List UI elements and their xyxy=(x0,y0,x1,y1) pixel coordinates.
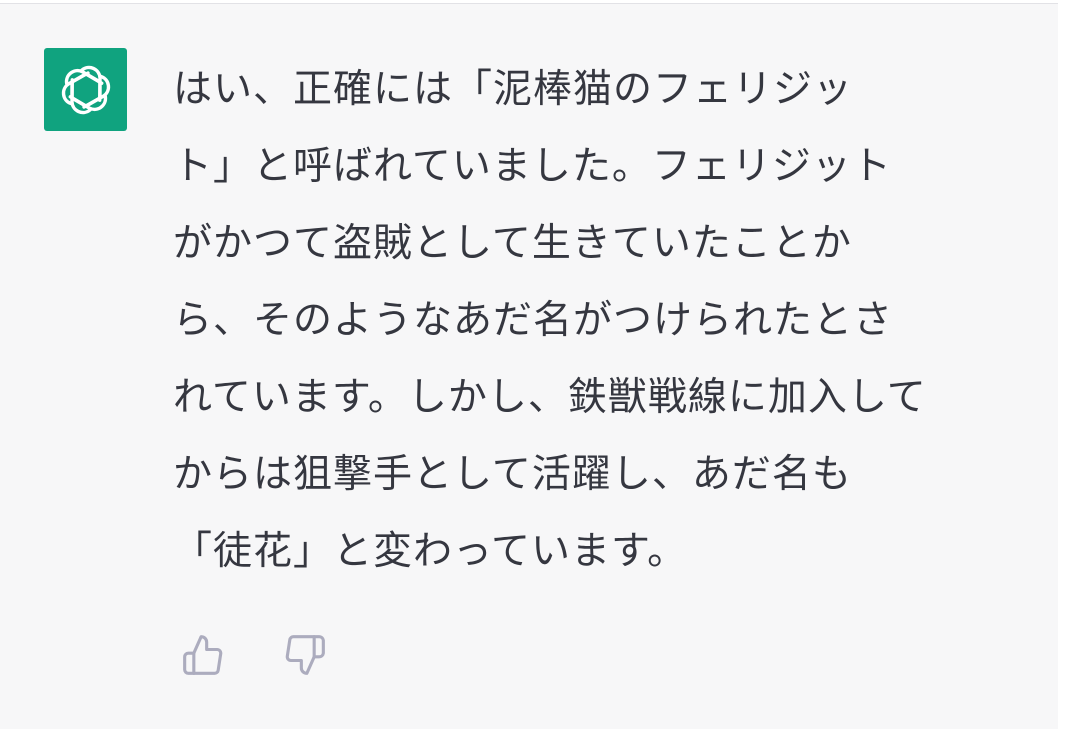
message-line: はい、正確には「泥棒猫のフェリジッ xyxy=(173,67,854,112)
message-line: 「徒花」と変わっています。 xyxy=(173,529,688,574)
message-line: れています。しかし、鉄獣戦線に加入して xyxy=(173,375,927,420)
assistant-message-text: はい、正確には「泥棒猫のフェリジッ ト」と呼ばれていました。フェリジット がかつ… xyxy=(173,60,1033,599)
chat-window: はい、正確には「泥棒猫のフェリジッ ト」と呼ばれていました。フェリジット がかつ… xyxy=(0,0,1080,729)
feedback-buttons xyxy=(180,632,328,678)
assistant-message-row: はい、正確には「泥棒猫のフェリジッ ト」と呼ばれていました。フェリジット がかつ… xyxy=(0,3,1058,729)
assistant-avatar xyxy=(44,48,127,131)
thumbs-down-button[interactable] xyxy=(282,632,328,678)
openai-logo-icon xyxy=(61,65,110,114)
scrollbar-gutter xyxy=(1058,0,1080,729)
thumbs-up-button[interactable] xyxy=(180,632,226,678)
thumbs-down-icon xyxy=(285,635,325,675)
message-line: ら、そのようなあだ名がつけられたとさ xyxy=(173,298,894,343)
message-line: からは狙撃手として活躍し、あだ名も xyxy=(173,452,852,497)
message-line: ト」と呼ばれていました。フェリジット xyxy=(173,144,892,189)
thumbs-up-icon xyxy=(183,635,223,675)
message-line: がかつて盗賊として生きていたことか xyxy=(173,221,852,266)
